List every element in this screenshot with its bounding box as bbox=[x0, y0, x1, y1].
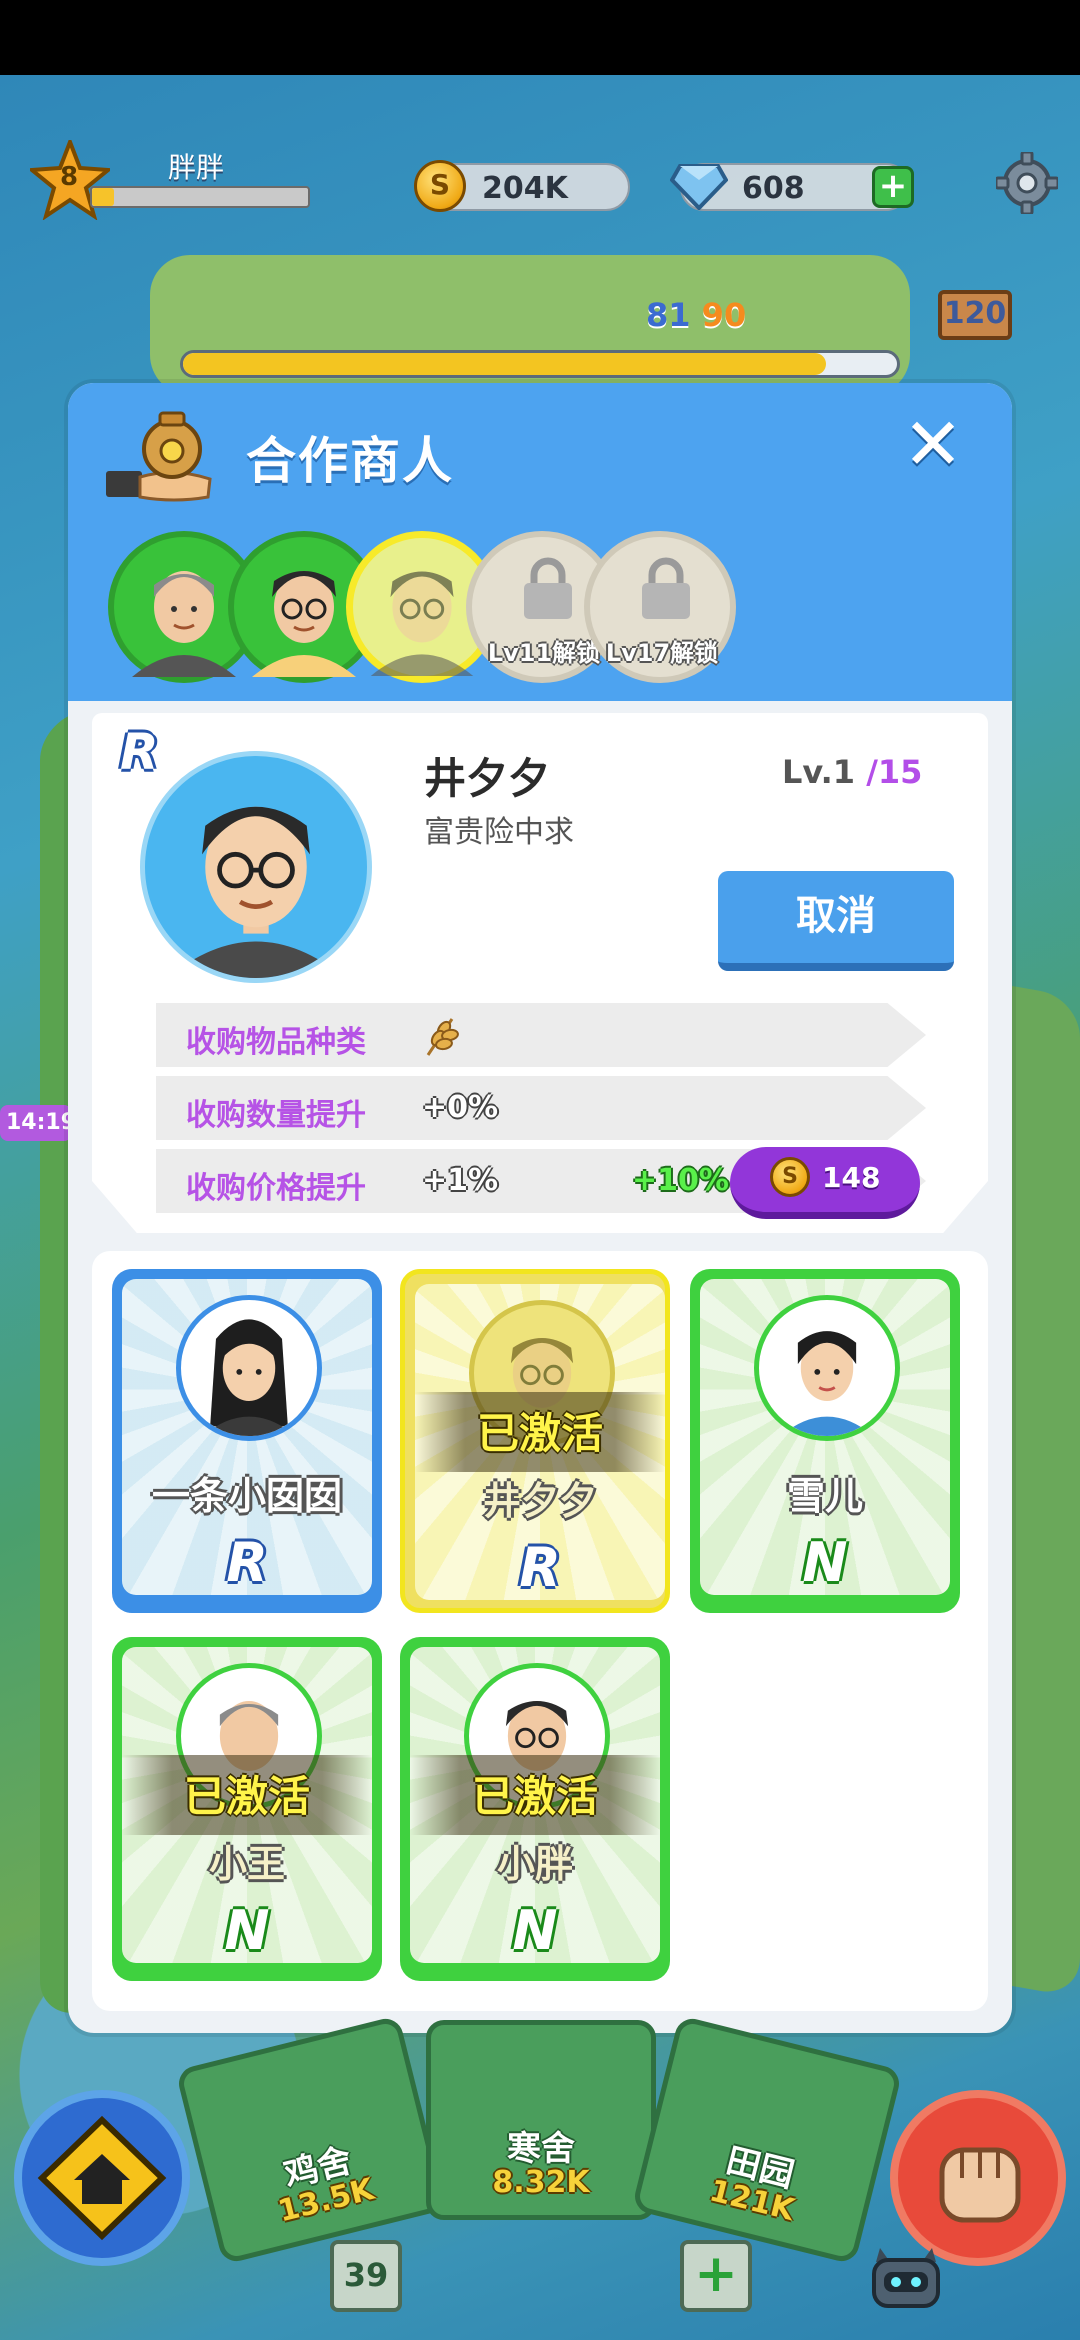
card-rarity: N bbox=[802, 1531, 848, 1594]
card-name: 一条小囡囡 bbox=[151, 1474, 342, 1518]
card-deck-count[interactable]: 39 bbox=[330, 2240, 402, 2312]
level-max: /15 bbox=[866, 753, 923, 791]
add-gems-button[interactable]: + bbox=[872, 166, 914, 208]
building-name: 寒舍 bbox=[507, 2129, 575, 2169]
active-label: 已激活 bbox=[183, 1772, 310, 1821]
level-current: Lv.1 bbox=[782, 753, 856, 791]
dialog-title: 合作商人 bbox=[246, 432, 454, 490]
village-progress-bar bbox=[180, 350, 900, 378]
stat-value: +1% bbox=[422, 1163, 499, 1198]
signpost: 120 bbox=[938, 290, 1012, 340]
card-name: 井夕夕 bbox=[482, 1479, 597, 1523]
stat-row-quantity: 收购数量提升 +0% bbox=[156, 1076, 926, 1140]
dialog-header: 合作商人 ✕ Lv11解锁 Lv17解锁 bbox=[68, 383, 1012, 701]
card-name: 雪儿 bbox=[786, 1474, 863, 1518]
village-progress-target: 90 bbox=[701, 296, 747, 334]
partner-merchant-dialog: 合作商人 ✕ Lv11解锁 Lv17解锁 R 井夕夕 富贵险中求 Lv.1 /1… bbox=[68, 383, 1012, 2033]
stat-label: 收购价格提升 bbox=[186, 1171, 366, 1206]
stat-row-item-type: 收购物品种类 bbox=[156, 1003, 926, 1067]
card-portrait bbox=[754, 1295, 900, 1441]
card-rarity: R bbox=[226, 1531, 268, 1594]
lock-icon bbox=[524, 557, 572, 619]
upgrade-price-button[interactable]: S 148 bbox=[730, 1147, 920, 1219]
female-portrait-icon bbox=[780, 1331, 874, 1436]
female-portrait-icon bbox=[202, 1319, 296, 1436]
card-name: 小王 bbox=[208, 1842, 285, 1886]
merchant-card-3[interactable]: 雪儿 N bbox=[690, 1269, 960, 1613]
merchant-name: 井夕夕 bbox=[424, 754, 551, 803]
cancel-button[interactable]: 取消 bbox=[718, 871, 954, 971]
home-button[interactable] bbox=[14, 2090, 190, 2266]
gem-amount: 608 bbox=[742, 171, 805, 206]
xp-bar bbox=[90, 186, 310, 208]
merchant-level: Lv.1 /15 bbox=[782, 753, 922, 791]
stat-bonus: +10% bbox=[632, 1163, 729, 1198]
active-banner: 已激活 bbox=[122, 1755, 372, 1835]
robot-icon[interactable] bbox=[866, 2236, 946, 2312]
lock-icon bbox=[642, 557, 690, 619]
card-name: 小胖 bbox=[496, 1842, 573, 1886]
card-rarity: N bbox=[224, 1899, 270, 1962]
active-label: 已激活 bbox=[476, 1409, 603, 1458]
side-timer: 14:19 bbox=[0, 1105, 76, 1141]
village-progress-numbers: 81 90 bbox=[646, 296, 746, 334]
coin-icon: S bbox=[414, 160, 466, 212]
merchant-card-4-active[interactable]: 已激活 小王 N bbox=[112, 1637, 382, 1981]
active-banner: 已激活 bbox=[415, 1392, 665, 1472]
active-label: 已激活 bbox=[471, 1772, 598, 1821]
coin-icon: S bbox=[770, 1157, 810, 1197]
money-bag-hand-icon bbox=[106, 411, 212, 502]
coin-amount: 204K bbox=[482, 171, 568, 206]
wheat-icon bbox=[426, 1018, 459, 1056]
card-rarity: N bbox=[512, 1899, 558, 1962]
stat-value: +0% bbox=[422, 1090, 499, 1125]
add-card-button[interactable]: + bbox=[680, 2240, 752, 2312]
unlock-level-label: Lv17解锁 bbox=[605, 639, 719, 667]
merchant-portrait-icon bbox=[167, 806, 345, 978]
active-banner: 已激活 bbox=[410, 1755, 660, 1835]
card-portrait bbox=[176, 1295, 322, 1441]
upgrade-cost: 148 bbox=[822, 1161, 881, 1194]
merchant-card-1[interactable]: 一条小囡囡 R bbox=[112, 1269, 382, 1613]
settings-gear-icon[interactable] bbox=[996, 152, 1058, 214]
merchant-tab-5-locked[interactable]: Lv17解锁 bbox=[584, 531, 736, 683]
gem-icon bbox=[670, 164, 728, 210]
home-icon bbox=[37, 2115, 167, 2241]
merchant-description: 富贵险中求 bbox=[424, 815, 574, 850]
building-cost: 8.32K bbox=[492, 2165, 590, 2200]
building-card-cottage[interactable]: 寒舍 8.32K bbox=[426, 2020, 656, 2220]
player-name: 胖胖 bbox=[168, 151, 225, 184]
merchant-portrait bbox=[140, 751, 372, 983]
merchant-card-2-active[interactable]: 已激活 井夕夕 R bbox=[400, 1269, 670, 1613]
level-number: 8 bbox=[59, 162, 79, 192]
rarity-badge: R bbox=[120, 723, 159, 781]
close-button[interactable]: ✕ bbox=[898, 408, 968, 481]
fist-icon bbox=[939, 2147, 1021, 2223]
stat-label: 收购数量提升 bbox=[186, 1098, 366, 1133]
stat-label: 收购物品种类 bbox=[186, 1025, 366, 1060]
village-progress-current: 81 bbox=[646, 296, 691, 334]
merchant-card-5-active[interactable]: 已激活 小胖 N bbox=[400, 1637, 670, 1981]
card-rarity: R bbox=[519, 1536, 561, 1599]
